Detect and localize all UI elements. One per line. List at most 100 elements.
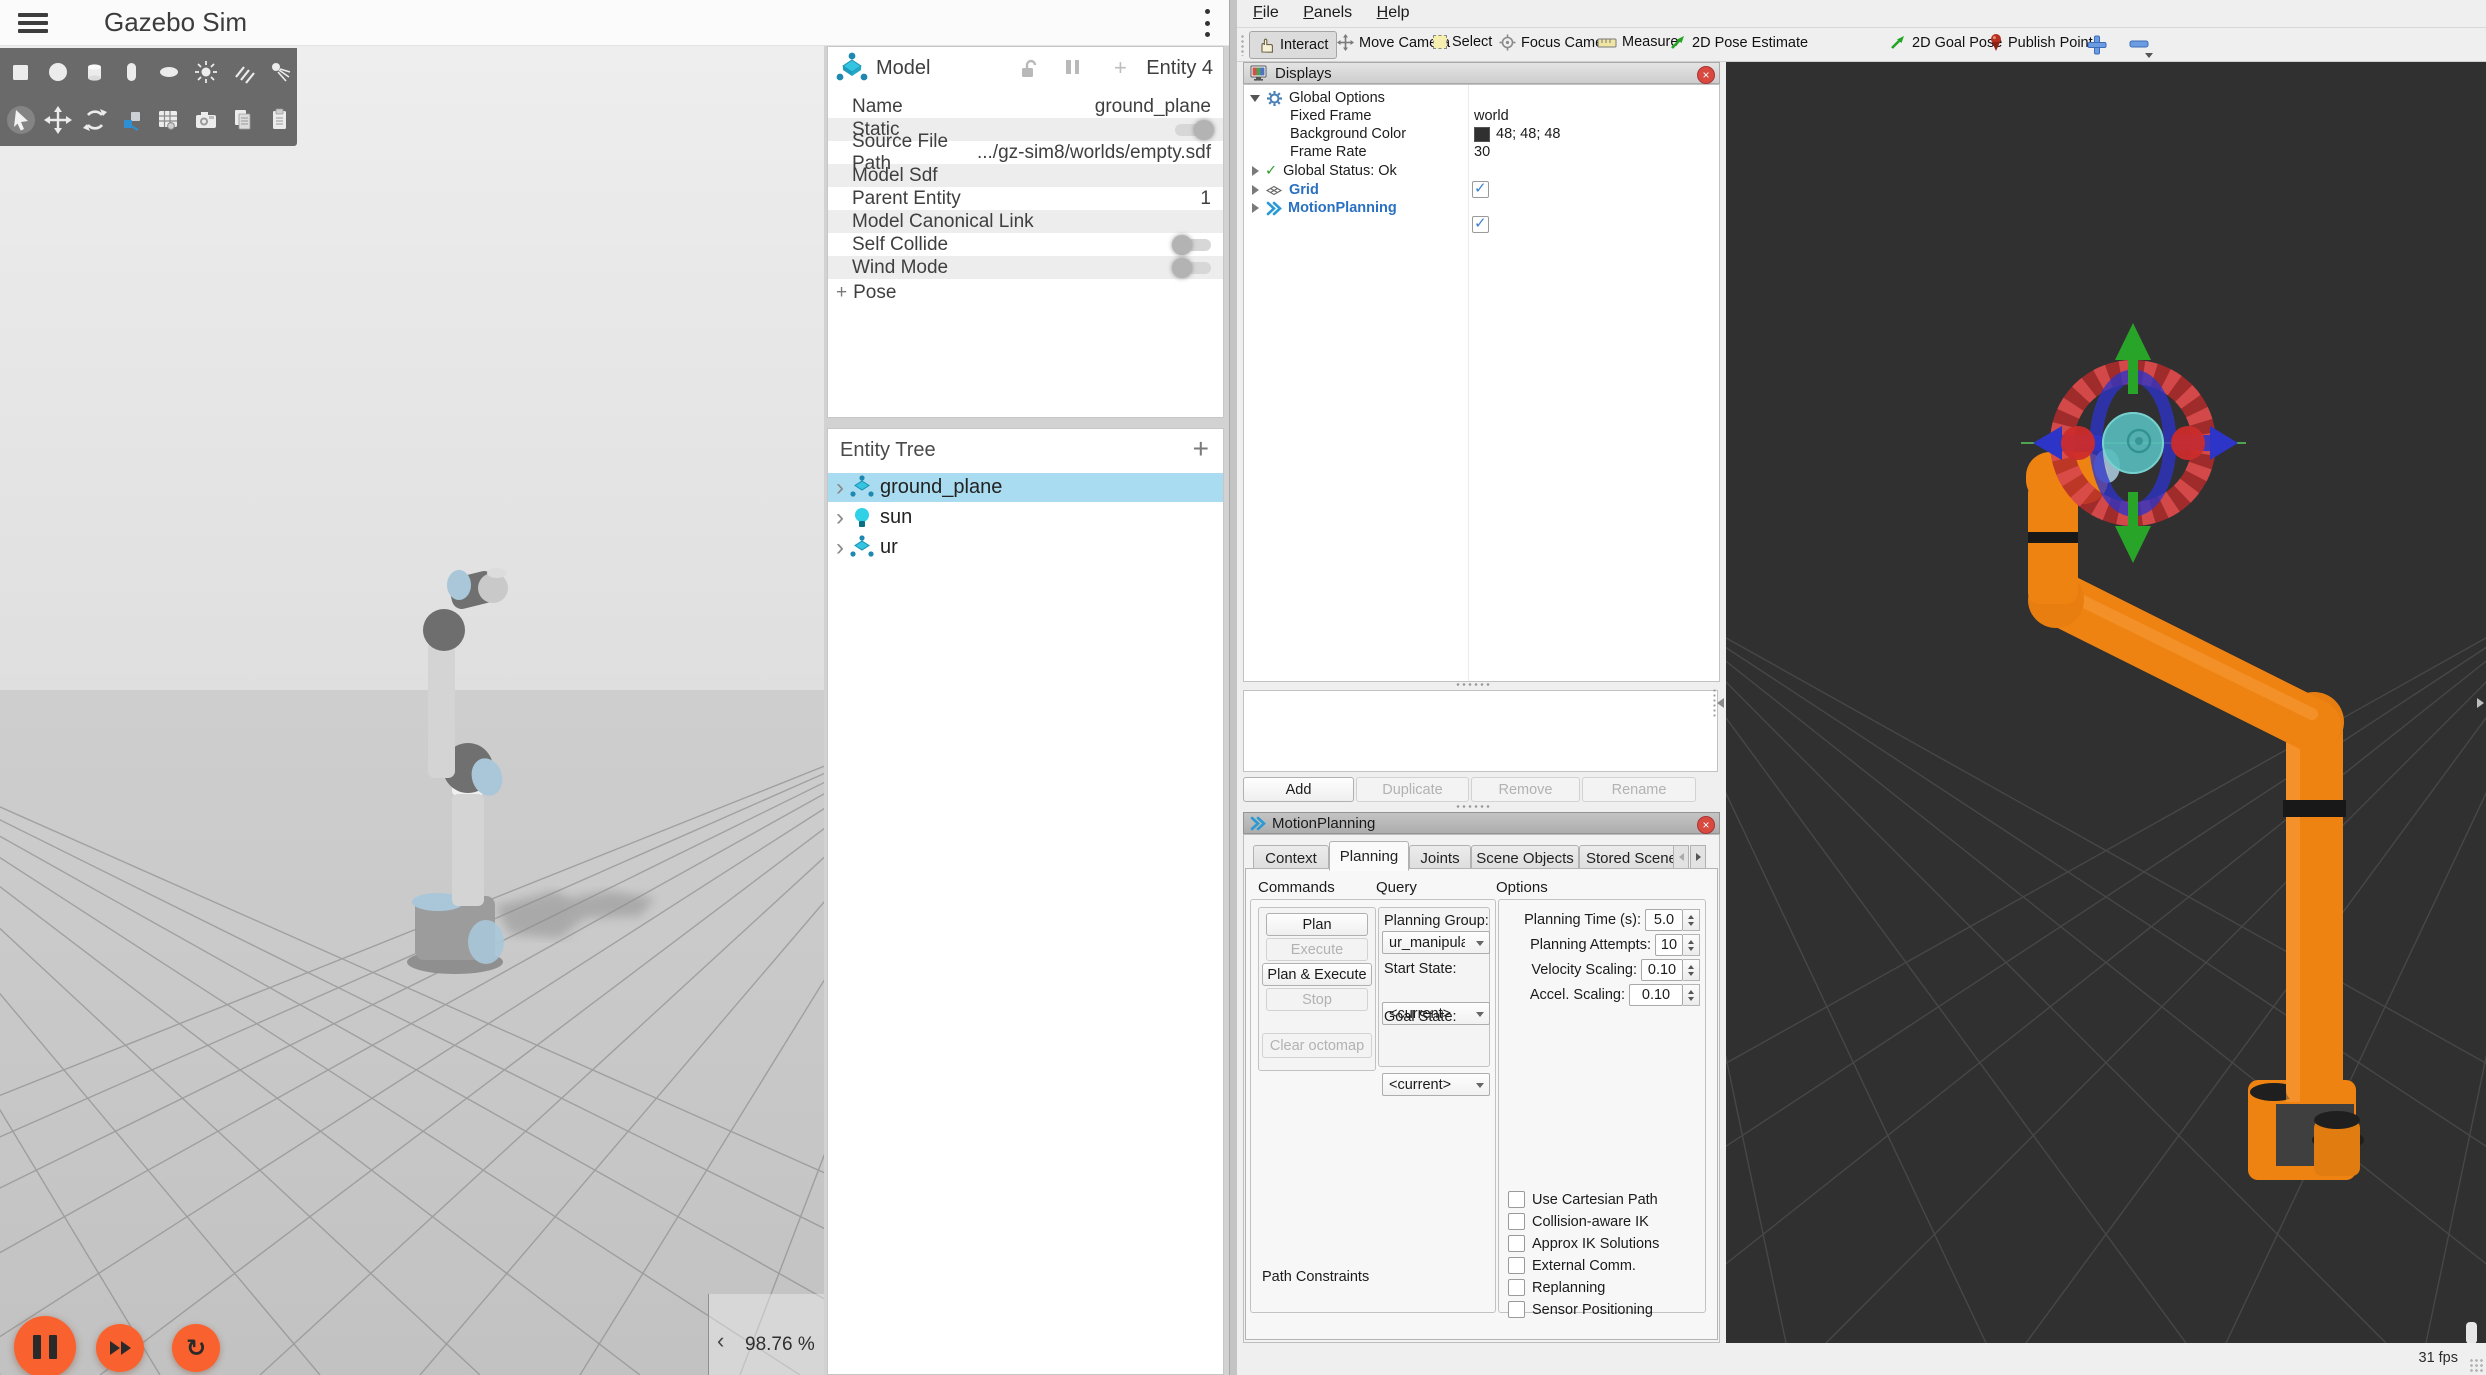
- rtf-collapse-chevron[interactable]: ‹: [717, 1330, 724, 1352]
- tree-row-global-status[interactable]: ✓ Global Status: Ok: [1252, 162, 1397, 180]
- remove-display-button[interactable]: Remove: [1471, 777, 1580, 802]
- tree-row-fixed-frame[interactable]: Fixed Frame: [1290, 107, 1371, 125]
- external-comm-checkbox[interactable]: External Comm.: [1508, 1257, 1636, 1274]
- tree-row-global-options[interactable]: Global Options: [1250, 89, 1385, 107]
- box-shape-button[interactable]: [2, 50, 39, 94]
- menu-help[interactable]: Help: [1367, 0, 1420, 26]
- frame-rate-value[interactable]: 30: [1474, 143, 1490, 161]
- copy-button[interactable]: [224, 98, 261, 142]
- add-display-button[interactable]: Add: [1243, 777, 1354, 802]
- duplicate-display-button[interactable]: Duplicate: [1356, 777, 1469, 802]
- left-panel-collapse-handle[interactable]: [1712, 688, 1724, 718]
- use-cartesian-path-checkbox[interactable]: Use Cartesian Path: [1508, 1191, 1658, 1208]
- rviz-3d-view[interactable]: [1726, 62, 2486, 1343]
- displays-titlebar[interactable]: Displays ×: [1243, 62, 1720, 84]
- replanning-checkbox[interactable]: Replanning: [1508, 1279, 1605, 1296]
- select-tool-button[interactable]: [2, 98, 39, 142]
- spinner-arrows[interactable]: [1683, 934, 1700, 956]
- goal-pose-tool-button[interactable]: 2D Goal Pose: [1889, 34, 2002, 51]
- lock-open-icon[interactable]: [1018, 58, 1040, 80]
- splitter-handle[interactable]: [1455, 683, 1491, 686]
- close-icon[interactable]: ×: [1697, 816, 1715, 834]
- velocity-scaling-spinbox[interactable]: Velocity Scaling: 0.10: [1504, 959, 1700, 981]
- approx-ik-solutions-checkbox[interactable]: Approx IK Solutions: [1508, 1235, 1659, 1252]
- snap-tool-button[interactable]: [113, 98, 150, 142]
- cylinder-shape-button[interactable]: [76, 50, 113, 94]
- tab-scroll-right-button[interactable]: [1690, 845, 1706, 869]
- expander-right-icon[interactable]: [1252, 203, 1259, 213]
- accel-scaling-value[interactable]: 0.10: [1629, 984, 1683, 1006]
- reset-sim-button[interactable]: ↻: [172, 1324, 220, 1372]
- sphere-shape-button[interactable]: [39, 50, 76, 94]
- planning-group-dropdown[interactable]: ur_manipulator: [1382, 931, 1490, 954]
- rotate-tool-button[interactable]: [76, 98, 113, 142]
- select-tool-button[interactable]: Select: [1433, 34, 1492, 50]
- clear-octomap-button[interactable]: Clear octomap: [1262, 1033, 1372, 1058]
- gazebo-3d-viewport[interactable]: ↻ ‹ 98.76 %: [0, 46, 824, 1375]
- pose-estimate-tool-button[interactable]: 2D Pose Estimate: [1669, 34, 1808, 51]
- planning-time-value[interactable]: 5.0: [1645, 909, 1683, 931]
- remove-tool-button[interactable]: [2127, 33, 2153, 59]
- checkbox-icon[interactable]: [1508, 1213, 1525, 1230]
- screenshot-button[interactable]: [187, 98, 224, 142]
- checkbox-icon[interactable]: [1508, 1257, 1525, 1274]
- add-component-icon[interactable]: +: [1114, 55, 1127, 81]
- right-panel-collapse-handle[interactable]: [2477, 688, 2486, 718]
- collision-aware-ik-checkbox[interactable]: Collision-aware IK: [1508, 1213, 1649, 1230]
- plan-and-execute-button[interactable]: Plan & Execute: [1262, 963, 1372, 986]
- tab-scroll-left-button[interactable]: [1673, 845, 1689, 869]
- planning-attempts-spinbox[interactable]: Planning Attempts: 10: [1504, 934, 1700, 956]
- tree-row-grid[interactable]: Grid: [1252, 181, 1319, 199]
- accel-scaling-spinbox[interactable]: Accel. Scaling: 0.10: [1504, 984, 1700, 1006]
- grid-enabled-checkbox[interactable]: [1472, 181, 1489, 198]
- motionplanning-enabled-checkbox[interactable]: [1472, 216, 1489, 233]
- tree-row-motionplanning[interactable]: MotionPlanning: [1252, 199, 1397, 217]
- planning-attempts-value[interactable]: 10: [1655, 934, 1683, 956]
- velocity-scaling-value[interactable]: 0.10: [1641, 959, 1683, 981]
- paste-button[interactable]: [261, 98, 298, 142]
- planning-time-spinbox[interactable]: Planning Time (s): 5.0: [1504, 909, 1700, 931]
- add-tool-button[interactable]: [2085, 33, 2109, 57]
- chevron-right-icon[interactable]: ›: [836, 476, 844, 500]
- checkbox-icon[interactable]: [1508, 1301, 1525, 1318]
- capsule-shape-button[interactable]: [113, 50, 150, 94]
- displays-tree[interactable]: Global Options Fixed Frame world Backgro…: [1243, 84, 1720, 682]
- translate-tool-button[interactable]: [39, 98, 76, 142]
- step-button[interactable]: [96, 1324, 144, 1372]
- entity-row-ground-plane[interactable]: › ground_plane: [828, 473, 1223, 502]
- checkbox-icon[interactable]: [1508, 1279, 1525, 1296]
- static-toggle[interactable]: [1175, 124, 1211, 136]
- chevron-right-icon[interactable]: ›: [836, 506, 844, 530]
- grid-config-button[interactable]: [150, 98, 187, 142]
- spinner-arrows[interactable]: [1683, 984, 1700, 1006]
- ellipsoid-shape-button[interactable]: [150, 50, 187, 94]
- plan-button[interactable]: Plan: [1266, 913, 1368, 936]
- self-collide-toggle[interactable]: [1175, 239, 1211, 251]
- add-entity-icon[interactable]: +: [1193, 433, 1209, 465]
- toolbar-handle[interactable]: [1240, 34, 1245, 56]
- splitter-handle[interactable]: [1455, 805, 1491, 808]
- hamburger-menu-icon[interactable]: [18, 13, 48, 33]
- wind-mode-toggle[interactable]: [1175, 262, 1211, 274]
- point-light-button[interactable]: [187, 50, 224, 94]
- checkbox-icon[interactable]: [1508, 1191, 1525, 1208]
- expander-right-icon[interactable]: [1252, 185, 1259, 195]
- spinner-arrows[interactable]: [1683, 909, 1700, 931]
- tree-row-background-color[interactable]: Background Color: [1290, 125, 1406, 143]
- checkbox-icon[interactable]: [1508, 1235, 1525, 1252]
- pause-button[interactable]: [14, 1316, 76, 1375]
- chevron-right-icon[interactable]: ›: [836, 536, 844, 560]
- pose-expander-row[interactable]: + Pose: [828, 279, 1223, 307]
- interactive-marker[interactable]: [1726, 62, 2486, 1343]
- kebab-menu-icon[interactable]: [1204, 9, 1210, 37]
- background-color-value[interactable]: 48; 48; 48: [1474, 125, 1561, 143]
- entity-row-ur[interactable]: › ur: [828, 533, 1223, 562]
- interact-tool-button[interactable]: Interact: [1249, 31, 1337, 59]
- menu-file[interactable]: File: [1243, 0, 1289, 26]
- stop-button[interactable]: Stop: [1266, 988, 1368, 1011]
- tab-planning[interactable]: Planning: [1329, 841, 1409, 871]
- view-scrollbar-fragment[interactable]: [2466, 1322, 2477, 1343]
- spot-light-button[interactable]: [261, 50, 298, 94]
- close-icon[interactable]: ×: [1697, 66, 1715, 84]
- spinner-arrows[interactable]: [1683, 959, 1700, 981]
